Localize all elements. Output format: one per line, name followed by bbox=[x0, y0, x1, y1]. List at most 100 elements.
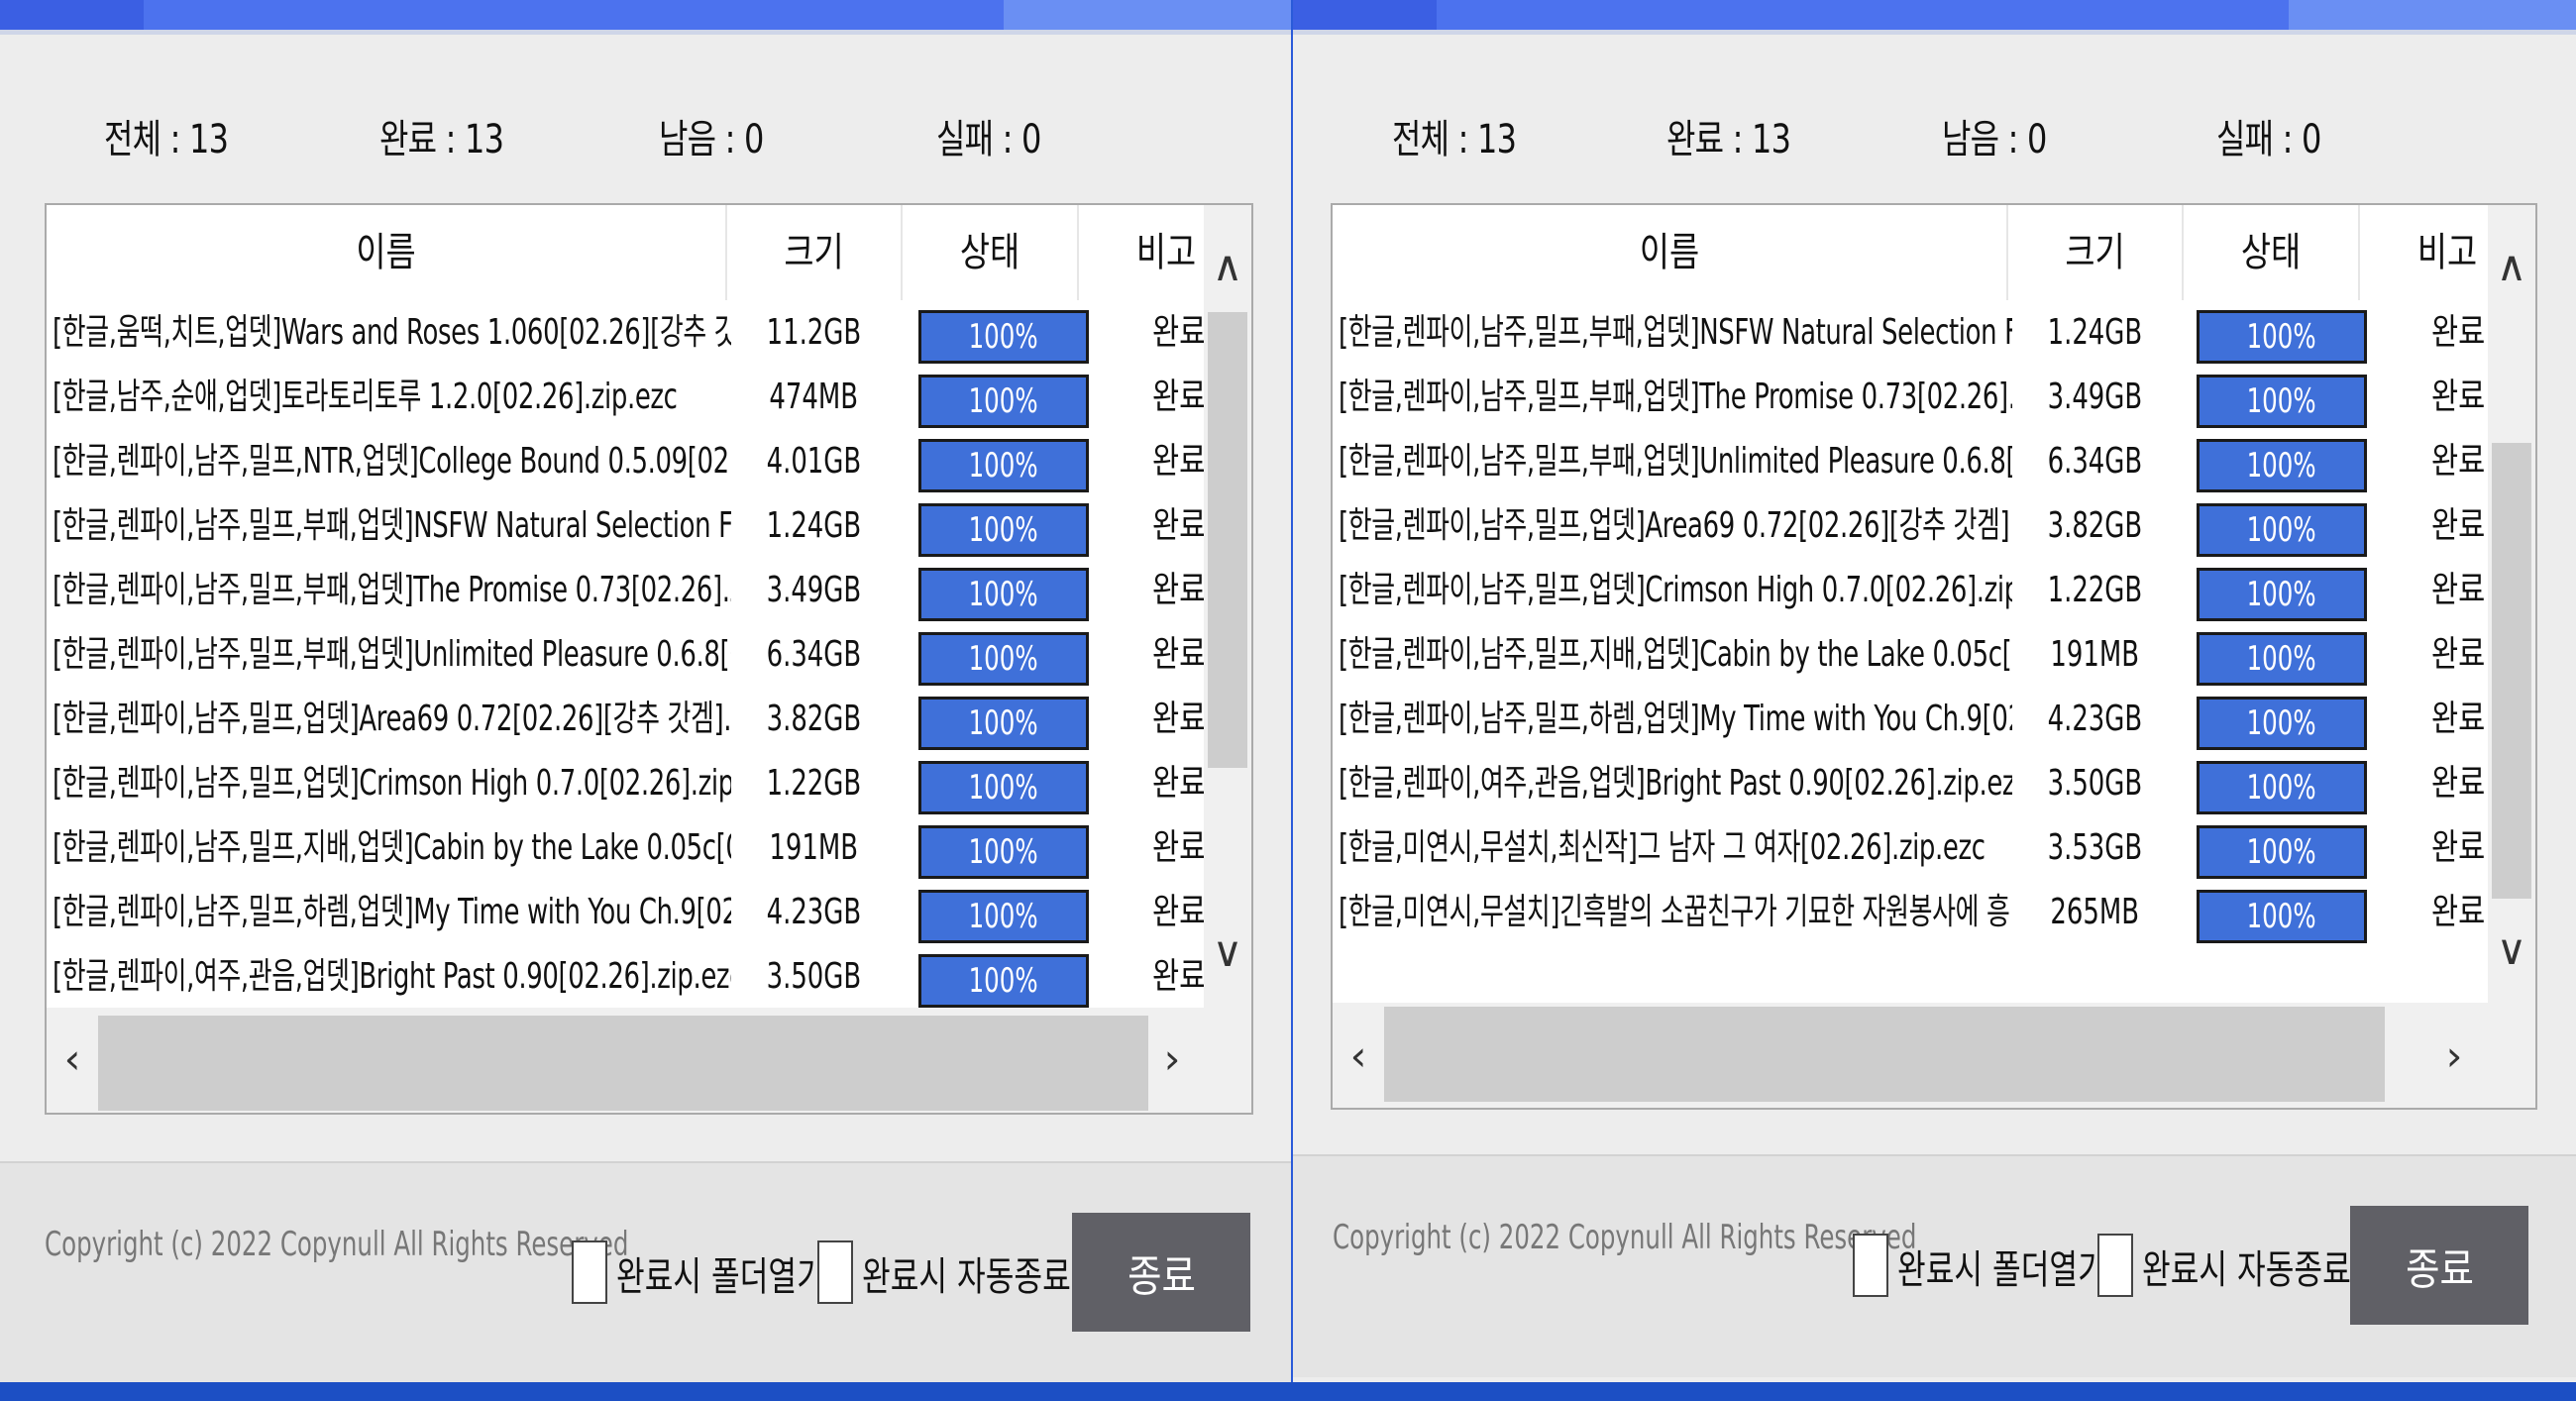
table-row[interactable]: [한글,렌파이,남주,밀프,부패,업뎃]NSFW Natural Selecti… bbox=[1333, 300, 2535, 365]
vertical-scroll-thumb[interactable] bbox=[1208, 312, 1247, 768]
status-note: 완료 bbox=[1151, 827, 1207, 868]
file-size: 3.82GB bbox=[2047, 505, 2143, 546]
column-header-note[interactable]: 비고 bbox=[1133, 205, 1199, 300]
table-row[interactable]: [한글,렌파이,남주,밀프,부패,업뎃]The Promise 0.73[02.… bbox=[1333, 365, 2535, 429]
column-header-size[interactable]: 크기 bbox=[2024, 205, 2167, 300]
exit-button-label: 종료 bbox=[1127, 1252, 1196, 1301]
file-size: 474MB bbox=[769, 377, 859, 417]
table-row[interactable]: [한글,렌파이,여주,관음,업뎃]Bright Past 0.90[02.26]… bbox=[1333, 751, 2535, 815]
column-header-note[interactable]: 비고 bbox=[2415, 205, 2480, 300]
column-header-name[interactable]: 이름 bbox=[1393, 205, 1946, 300]
status-note: 완료 bbox=[1151, 312, 1207, 353]
horizontal-scrollbar[interactable]: ‹ › bbox=[47, 1008, 1251, 1113]
table-row[interactable]: [한글,미연시,무설치,최신작]그 남자 그 여자[02.26].zip.ezc… bbox=[1333, 815, 2535, 880]
table-row[interactable]: [한글,렌파이,남주,밀프,NTR,업뎃]College Bound 0.5.0… bbox=[47, 429, 1251, 493]
file-name: [한글,미연시,무설치,최신작]그 남자 그 여자[02.26].zip.ezc bbox=[1339, 827, 1986, 868]
scroll-down-icon[interactable]: ∨ bbox=[1204, 928, 1251, 976]
progress-fill: 100% bbox=[921, 442, 1086, 489]
scroll-left-icon[interactable]: ‹ bbox=[1335, 1032, 1382, 1080]
table-row[interactable]: [한글,렌파이,남주,밀프,업뎃]Crimson High 0.7.0[02.2… bbox=[1333, 558, 2535, 622]
file-name: [한글,렌파이,남주,밀프,지배,업뎃]Cabin by the Lake 0.… bbox=[1339, 634, 2012, 675]
auto-exit-checkbox[interactable] bbox=[2097, 1234, 2133, 1297]
table-row[interactable]: [한글,남주,순애,업뎃]토라토리토루 1.2.0[02.26].zip.ezc… bbox=[47, 365, 1251, 429]
file-size: 3.53GB bbox=[2047, 827, 2143, 868]
scroll-right-icon[interactable]: › bbox=[1148, 1035, 1196, 1083]
table-row[interactable]: [한글,렌파이,남주,밀프,부패,업뎃]NSFW Natural Selecti… bbox=[47, 493, 1251, 558]
progress-fill: 100% bbox=[2200, 313, 2364, 361]
scroll-up-icon[interactable]: ∧ bbox=[2488, 243, 2535, 290]
progress-percent: 100% bbox=[968, 446, 1038, 485]
auto-exit-label[interactable]: 완료시 자동종료 bbox=[862, 1244, 1071, 1302]
progress-fill: 100% bbox=[921, 700, 1086, 747]
progress-percent: 100% bbox=[2246, 510, 2316, 550]
progress-bar: 100% bbox=[2197, 697, 2367, 750]
open-folder-label[interactable]: 완료시 폴더열기 bbox=[1897, 1238, 2106, 1295]
exit-button[interactable]: 종료 bbox=[2350, 1206, 2528, 1325]
file-name: [한글,렌파이,여주,관음,업뎃]Bright Past 0.90[02.26]… bbox=[53, 956, 731, 997]
progress-fill: 100% bbox=[2200, 828, 2364, 876]
column-header-status[interactable]: 상태 bbox=[2200, 205, 2342, 300]
horizontal-scroll-thumb[interactable] bbox=[1384, 1007, 2385, 1102]
table-row[interactable]: [한글,렌파이,여주,관음,업뎃]Bright Past 0.90[02.26]… bbox=[47, 944, 1251, 1009]
open-folder-label[interactable]: 완료시 폴더열기 bbox=[616, 1244, 825, 1302]
status-note: 완료 bbox=[2430, 570, 2486, 610]
file-size: 191MB bbox=[769, 827, 859, 868]
scroll-left-icon[interactable]: ‹ bbox=[49, 1035, 96, 1083]
file-size: 3.49GB bbox=[766, 570, 862, 610]
progress-bar: 100% bbox=[918, 890, 1089, 943]
title-bar[interactable] bbox=[0, 0, 1291, 30]
table-row[interactable]: [한글,미연시,무설치]긴흑발의 소꿉친구가 기묘한 자원봉사에 흥 265MB 1… bbox=[1333, 880, 2535, 944]
table-row[interactable]: [한글,렌파이,남주,밀프,하렘,업뎃]My Time with You Ch.… bbox=[1333, 687, 2535, 751]
vertical-scrollbar[interactable]: ∧ ∨ bbox=[1204, 205, 1251, 1008]
column-header-size[interactable]: 크기 bbox=[743, 205, 886, 300]
stats-bar: 전체 : 13 완료 : 13 남음 : 0 실패 : 0 bbox=[0, 107, 1291, 162]
exit-button-label: 종료 bbox=[2405, 1245, 2474, 1294]
open-folder-checkbox[interactable] bbox=[572, 1240, 607, 1304]
table-row[interactable]: [한글,렌파이,남주,밀프,하렘,업뎃]My Time with You Ch.… bbox=[47, 880, 1251, 944]
exit-button[interactable]: 종료 bbox=[1072, 1213, 1250, 1332]
scroll-right-icon[interactable]: › bbox=[2430, 1032, 2478, 1080]
scroll-down-icon[interactable]: ∨ bbox=[2488, 926, 2535, 974]
copyright-text: Copyright (c) 2022 Copynull All Rights R… bbox=[1333, 1218, 1917, 1257]
progress-fill: 100% bbox=[2200, 635, 2364, 683]
file-name: [한글,남주,순애,업뎃]토라토리토루 1.2.0[02.26].zip.ezc bbox=[53, 377, 678, 417]
file-size: 1.24GB bbox=[766, 505, 862, 546]
progress-fill: 100% bbox=[921, 764, 1086, 811]
horizontal-scrollbar[interactable]: ‹ › bbox=[1333, 1003, 2535, 1108]
table-row[interactable]: [한글,렌파이,남주,밀프,부패,업뎃]Unlimited Pleasure 0… bbox=[47, 622, 1251, 687]
scroll-up-icon[interactable]: ∧ bbox=[1204, 243, 1251, 290]
column-header-name[interactable]: 이름 bbox=[108, 205, 665, 300]
progress-fill: 100% bbox=[921, 635, 1086, 683]
desktop-taskbar-strip bbox=[0, 1382, 2576, 1401]
file-size: 3.50GB bbox=[2047, 763, 2143, 804]
progress-percent: 100% bbox=[968, 768, 1038, 808]
progress-percent: 100% bbox=[2246, 317, 2316, 357]
vertical-scrollbar[interactable]: ∧ ∨ bbox=[2488, 205, 2535, 1003]
table-row[interactable]: [한글,렌파이,남주,밀프,지배,업뎃]Cabin by the Lake 0.… bbox=[1333, 622, 2535, 687]
title-bar[interactable] bbox=[1293, 0, 2576, 30]
table-row[interactable]: [한글,렌파이,남주,밀프,업뎃]Crimson High 0.7.0[02.2… bbox=[47, 751, 1251, 815]
table-row[interactable]: [한글,렌파이,남주,밀프,업뎃]Area69 0.72[02.26][강추 갓… bbox=[1333, 493, 2535, 558]
file-size: 3.50GB bbox=[766, 956, 862, 997]
auto-exit-label[interactable]: 완료시 자동종료 bbox=[2142, 1238, 2351, 1295]
download-window-right: 전체 : 13 완료 : 13 남음 : 0 실패 : 0 이름 크기 상태 비… bbox=[1293, 0, 2576, 1382]
horizontal-scroll-thumb[interactable] bbox=[98, 1016, 1148, 1111]
table-row[interactable]: [한글,움떡,치트,업뎃]Wars and Roses 1.060[02.26]… bbox=[47, 300, 1251, 365]
progress-fill: 100% bbox=[2200, 377, 2364, 425]
auto-exit-checkbox[interactable] bbox=[817, 1240, 853, 1304]
status-note: 완료 bbox=[2430, 763, 2486, 804]
vertical-scroll-thumb[interactable] bbox=[2492, 443, 2531, 899]
progress-bar: 100% bbox=[2197, 310, 2367, 364]
table-row[interactable]: [한글,렌파이,남주,밀프,업뎃]Area69 0.72[02.26][강추 갓… bbox=[47, 687, 1251, 751]
progress-percent: 100% bbox=[968, 510, 1038, 550]
file-name: [한글,렌파이,남주,밀프,지배,업뎃]Cabin by the Lake 0.… bbox=[53, 827, 731, 868]
table-row[interactable]: [한글,렌파이,남주,밀프,부패,업뎃]The Promise 0.73[02.… bbox=[47, 558, 1251, 622]
file-size: 1.24GB bbox=[2047, 312, 2143, 353]
progress-bar: 100% bbox=[2197, 761, 2367, 814]
status-note: 완료 bbox=[2430, 634, 2486, 675]
open-folder-checkbox[interactable] bbox=[1853, 1234, 1888, 1297]
table-row[interactable]: [한글,렌파이,남주,밀프,부패,업뎃]Unlimited Pleasure 0… bbox=[1333, 429, 2535, 493]
table-row[interactable]: [한글,렌파이,남주,밀프,지배,업뎃]Cabin by the Lake 0.… bbox=[47, 815, 1251, 880]
footer: Copyright (c) 2022 Copynull All Rights R… bbox=[0, 1161, 1291, 1382]
column-header-status[interactable]: 상태 bbox=[918, 205, 1061, 300]
